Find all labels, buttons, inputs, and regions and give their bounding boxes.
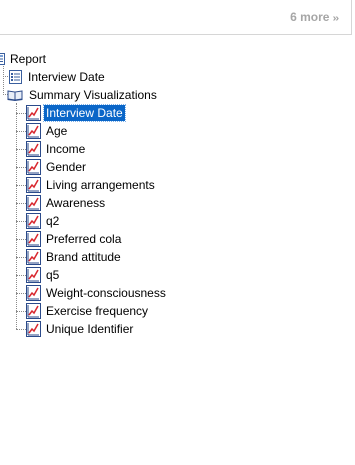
tree-node-visualization[interactable]: Age <box>16 122 216 140</box>
tree-node-label: Exercise frequency <box>46 304 149 318</box>
tree-node-visualization[interactable]: q5 <box>16 266 216 284</box>
tree-connector <box>16 149 26 150</box>
tree-connector <box>3 66 4 95</box>
tree-node-label: q5 <box>46 268 60 282</box>
tree-connector <box>16 221 26 222</box>
tree-node-label: Report <box>10 52 47 66</box>
book-icon <box>7 90 23 101</box>
tree-node-visualization[interactable]: Awareness <box>16 194 216 212</box>
chart-icon <box>26 285 41 301</box>
tree-node-interview-date[interactable]: Interview Date <box>9 68 209 86</box>
tree-node-label: Income <box>46 142 86 156</box>
tree-connector <box>16 239 26 240</box>
tree-connector <box>16 185 26 186</box>
chart-icon <box>26 123 41 139</box>
tree-connector <box>16 329 26 330</box>
report-icon <box>0 53 5 65</box>
tree-node-label: Unique Identifier <box>46 322 134 336</box>
chart-icon <box>26 105 41 121</box>
chart-icon <box>26 195 41 211</box>
tree-node-visualization[interactable]: q2 <box>16 212 216 230</box>
tree-connector <box>16 311 26 312</box>
chart-icon <box>26 213 41 229</box>
chart-icon <box>26 267 41 283</box>
chart-icon <box>26 231 41 247</box>
tree-connector <box>16 257 26 258</box>
chart-icon <box>26 321 41 337</box>
tree-connector <box>16 293 26 294</box>
tree-node-label: Living arrangements <box>46 178 155 192</box>
tree-node-label: Brand attitude <box>46 250 121 264</box>
tree-node-label: Age <box>46 124 68 138</box>
chart-icon <box>26 159 41 175</box>
tree-node-label: Summary Visualizations <box>29 88 157 102</box>
tree-node-visualization[interactable]: Exercise frequency <box>16 302 216 320</box>
tree-connector <box>16 275 26 276</box>
tree-connector <box>16 113 26 114</box>
tree-node-summary-visualizations[interactable]: Summary Visualizations <box>7 86 227 104</box>
tree-node-label: Interview Date <box>28 70 105 84</box>
tree-node-visualization[interactable]: Income <box>16 140 216 158</box>
tree-connector <box>16 131 26 132</box>
tree-node-label: Gender <box>46 160 87 174</box>
tree-node-label: q2 <box>46 214 60 228</box>
list-icon <box>9 70 22 84</box>
tree-node-visualization[interactable]: Unique Identifier <box>16 320 216 338</box>
tree-node-visualization[interactable]: Interview Date <box>16 104 216 122</box>
tree-connector <box>16 203 26 204</box>
output-tree: Report Interview Date Summary Visualizat… <box>0 0 355 465</box>
chart-icon <box>26 177 41 193</box>
chart-icon <box>26 141 41 157</box>
tree-node-visualization[interactable]: Brand attitude <box>16 248 216 266</box>
tree-node-visualization[interactable]: Living arrangements <box>16 176 216 194</box>
tree-node-label: Preferred cola <box>46 232 122 246</box>
chart-icon <box>26 249 41 265</box>
tree-node-visualization[interactable]: Gender <box>16 158 216 176</box>
tree-connector <box>16 167 26 168</box>
tree-node-label: Awareness <box>46 196 106 210</box>
tree-node-label: Weight-consciousness <box>46 286 166 300</box>
tree-node-visualization[interactable]: Preferred cola <box>16 230 216 248</box>
tree-node-visualization[interactable]: Weight-consciousness <box>16 284 216 302</box>
chart-icon <box>26 303 41 319</box>
tree-node-label: Interview Date <box>43 104 126 122</box>
